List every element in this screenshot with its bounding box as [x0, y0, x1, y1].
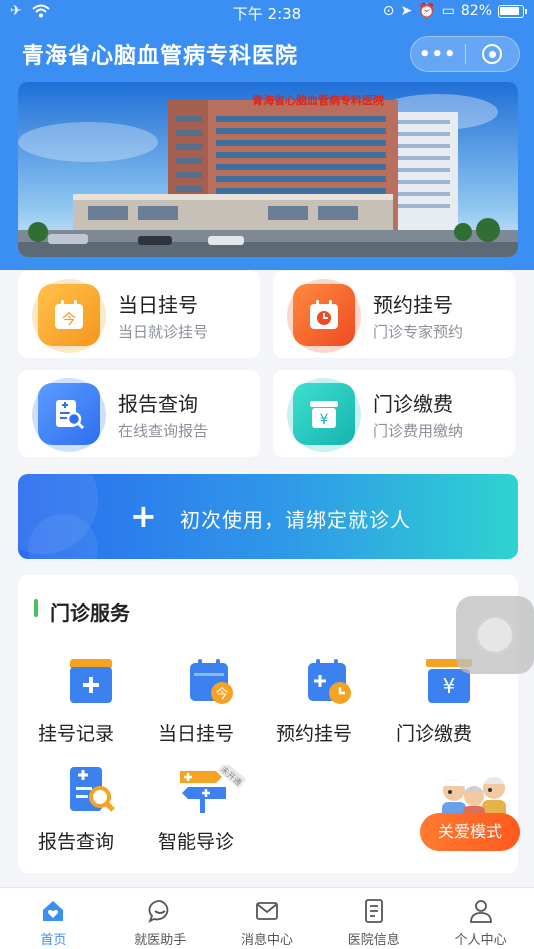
screen-mirror-icon: ▭ — [441, 3, 455, 19]
calendar-clock-icon — [293, 284, 355, 346]
service-label: 挂号记录 — [38, 723, 115, 745]
home-heart-icon — [43, 901, 64, 921]
document-icon — [364, 899, 383, 923]
banner-sign-text: 青海省心脑血管病专科医院 — [252, 93, 384, 107]
quick-card-subtitle: 门诊专家预约 — [373, 323, 464, 341]
service-appointment-register[interactable]: 预约挂号 — [276, 657, 376, 747]
bind-patient-label: 初次使用，请绑定就诊人 — [180, 508, 411, 532]
calendar-today-icon: 今 — [38, 284, 100, 346]
quick-card-same-day-register[interactable]: 今 当日挂号 当日就诊挂号 — [18, 271, 260, 358]
tab-medical-assistant[interactable]: 就医助手 — [107, 888, 214, 949]
tab-label: 就医助手 — [134, 933, 187, 948]
tab-label: 消息中心 — [240, 933, 293, 948]
quick-card-report-query[interactable]: 报告查询 在线查询报告 — [18, 370, 260, 457]
app-title: 青海省心脑血管病专科医院 — [22, 44, 299, 69]
service-register-records[interactable]: 挂号记录 — [38, 657, 138, 747]
quick-card-outpatient-payment[interactable]: ¥ 门诊缴费 门诊费用缴纳 — [273, 370, 515, 457]
service-label: 预约挂号 — [276, 723, 353, 745]
quick-card-title: 预约挂号 — [373, 293, 453, 317]
battery-icon — [498, 4, 527, 18]
assistive-touch-dot — [475, 615, 515, 655]
quick-card-appointment-register[interactable]: 预约挂号 门诊专家预约 — [273, 271, 515, 358]
signpost-icon: 未开通 — [180, 765, 246, 813]
bottom-tab-bar: 首页 就医助手 消息中心 医院信息 个人中心 — [0, 887, 534, 949]
quick-card-title: 报告查询 — [118, 392, 198, 416]
payment-glyph: ¥ — [320, 412, 329, 428]
tab-hospital-info[interactable]: 医院信息 — [320, 888, 427, 949]
report-search-icon — [38, 383, 100, 445]
elderly-people-illustration — [442, 777, 506, 818]
rotation-lock-icon: ⊙ — [382, 3, 395, 19]
alarm-icon: ⏰ — [418, 3, 436, 19]
chat-icon — [148, 900, 169, 923]
plus-icon: + — [130, 497, 157, 535]
care-mode-button[interactable]: 关爱模式 — [420, 813, 520, 851]
tab-home[interactable]: 首页 — [0, 888, 107, 949]
calendar-today-icon: 今 — [190, 659, 233, 704]
section-title: 门诊服务 — [50, 601, 130, 625]
service-same-day-register[interactable]: 今 当日挂号 — [158, 657, 258, 747]
close-miniprogram-button[interactable] — [465, 44, 519, 64]
tab-message-center[interactable]: 消息中心 — [214, 888, 321, 949]
calendar-clock-icon — [308, 659, 351, 704]
quick-card-title: 门诊缴费 — [373, 392, 453, 416]
service-report-query[interactable]: 报告查询 — [38, 765, 138, 855]
more-dots-icon[interactable]: ••• — [411, 44, 465, 65]
tab-label: 首页 — [40, 933, 67, 948]
miniprogram-capsule: ••• — [410, 36, 520, 72]
service-label: 当日挂号 — [158, 723, 235, 745]
quick-card-title: 当日挂号 — [118, 293, 198, 317]
battery-percent: 82% — [460, 3, 492, 19]
calendar-glyph: 今 — [215, 686, 228, 702]
status-bar: ✈ 下午 2:38 ⊙ ➤ ⏰ ▭ 82% — [0, 0, 534, 26]
service-label: 门诊缴费 — [396, 723, 473, 745]
mail-icon — [256, 902, 278, 920]
bind-patient-button[interactable]: + 初次使用，请绑定就诊人 — [18, 474, 518, 559]
tab-label: 医院信息 — [347, 933, 400, 948]
report-search-icon — [70, 767, 115, 812]
service-smart-triage[interactable]: 未开通 智能导诊 — [158, 765, 258, 855]
register-record-icon — [70, 659, 112, 703]
payment-box-icon: ¥ — [293, 383, 355, 445]
tab-label: 个人中心 — [454, 933, 507, 948]
person-icon — [469, 900, 492, 923]
section-marker — [34, 599, 38, 617]
quick-card-subtitle: 在线查询报告 — [118, 422, 209, 440]
status-right: ⊙ ➤ ⏰ ▭ 82% — [382, 3, 527, 19]
location-icon: ➤ — [400, 3, 413, 19]
target-ring-icon — [482, 44, 503, 64]
title-bar: 青海省心脑血管病专科医院 ••• — [0, 26, 534, 82]
hospital-banner[interactable]: 青海省心脑血管病专科医院 — [18, 82, 518, 257]
quick-card-subtitle: 门诊费用缴纳 — [373, 422, 464, 440]
tab-personal-center[interactable]: 个人中心 — [427, 888, 534, 949]
calendar-glyph: 今 — [62, 312, 76, 328]
service-label: 报告查询 — [38, 831, 115, 853]
payment-glyph: ¥ — [443, 674, 456, 698]
service-label: 智能导诊 — [158, 831, 235, 853]
assistive-touch-button[interactable] — [456, 596, 534, 674]
quick-card-subtitle: 当日就诊挂号 — [118, 323, 209, 341]
hospital-building-image: 青海省心脑血管病专科医院 — [18, 82, 518, 257]
